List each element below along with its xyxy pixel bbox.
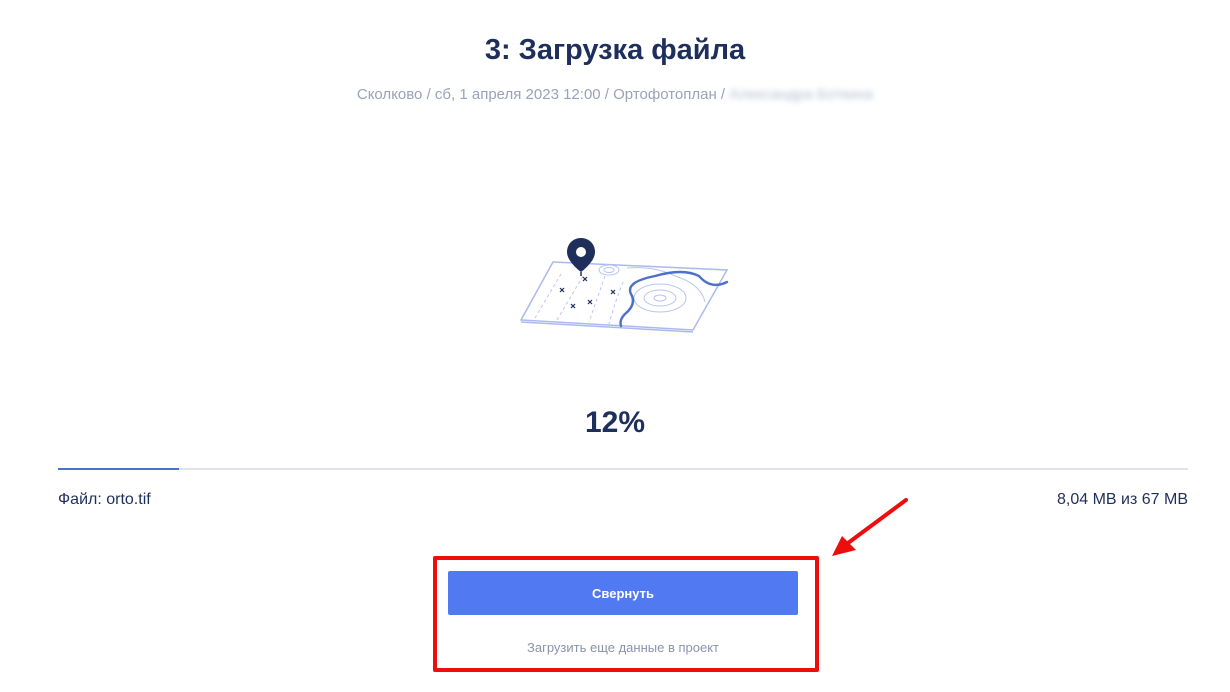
progress-percent: 12%	[584, 406, 646, 439]
upload-more-link[interactable]: Загрузить еще данные в проект	[448, 640, 798, 656]
page-title: 3: Загрузка файла	[484, 34, 746, 66]
breadcrumb-location: Сколково	[356, 86, 423, 103]
breadcrumb-user: Александра Боткина	[729, 86, 874, 103]
progress-bar	[58, 468, 1188, 470]
red-arrow-icon	[832, 498, 908, 556]
upload-page: 3: Загрузка файла Сколково / сб, 1 апрел…	[0, 0, 1230, 692]
breadcrumb-separator: /	[600, 86, 614, 103]
breadcrumb-separator: /	[422, 86, 435, 103]
file-size: 8,04 MB из 67 MB	[1057, 491, 1188, 508]
breadcrumb-separator: /	[716, 86, 730, 103]
breadcrumb-product: Ортофотоплан	[613, 86, 717, 103]
collapse-button[interactable]: Свернуть	[448, 571, 798, 615]
file-name: Файл: orto.tif	[58, 491, 151, 508]
breadcrumb: Сколково / сб, 1 апреля 2023 12:00 / Орт…	[0, 85, 1230, 105]
map-pin-illustration	[519, 238, 729, 333]
breadcrumb-date: сб, 1 апреля 2023 12:00	[434, 86, 601, 103]
progress-bar-fill	[58, 468, 179, 470]
